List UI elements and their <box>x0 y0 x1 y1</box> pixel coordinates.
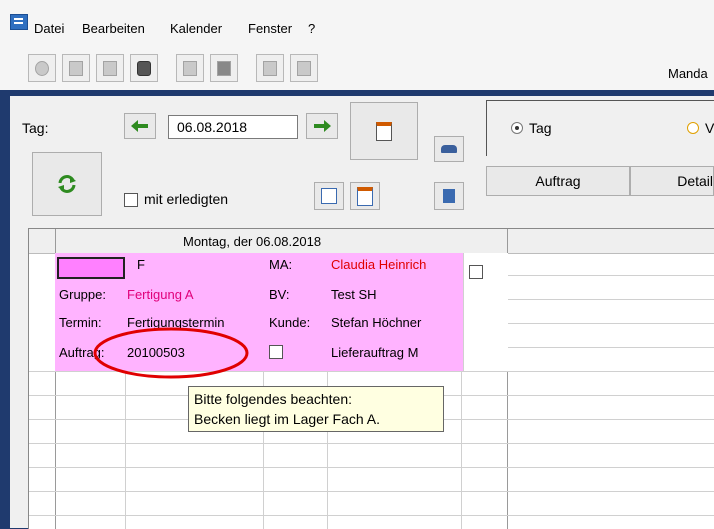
mit-erledigten-checkbox[interactable] <box>124 193 138 207</box>
grid-row-line <box>507 323 714 324</box>
entry-gruppe-value: Fertigung A <box>127 287 194 302</box>
calendar-icon <box>376 121 392 141</box>
day-header-bar <box>29 229 714 254</box>
entry-tooltip: Bitte folgendes beachten: Becken liegt i… <box>188 386 444 432</box>
car-route-button[interactable] <box>434 136 464 162</box>
list-icon <box>321 188 337 204</box>
menu-datei[interactable]: Datei <box>34 21 64 36</box>
menu-bar: Datei Bearbeiten Kalender Fenster ? <box>0 0 714 40</box>
entry-kunde-value: Stefan Höchner <box>331 315 422 330</box>
grid-row-line <box>29 491 714 492</box>
entry-select-checkbox[interactable] <box>469 265 483 279</box>
entry-bv-label: BV: <box>269 287 290 302</box>
tab-auftrag-label: Auftrag <box>535 173 581 189</box>
new-icon-button[interactable] <box>28 54 56 82</box>
radio-week[interactable] <box>687 122 699 134</box>
tab-auftrag[interactable]: Auftrag <box>486 166 630 196</box>
tooltip-line-1: Bitte folgendes beachten: <box>194 391 353 407</box>
grid-row-line <box>29 515 714 516</box>
entry-kunde-label: Kunde: <box>269 315 311 330</box>
pointer-icon <box>443 189 455 203</box>
grid-col-line <box>125 371 126 529</box>
entry-status: F <box>137 257 145 272</box>
delete-icon-button[interactable] <box>62 54 90 82</box>
entry-color-marker <box>57 257 125 279</box>
view-mode-panel: Tag V <box>486 100 714 156</box>
refresh-icon <box>58 175 76 193</box>
grid-row-line <box>507 299 714 300</box>
previous-day-button[interactable] <box>124 113 156 139</box>
grid-row-line <box>507 347 714 348</box>
entry-gruppe-label: Gruppe: <box>59 287 106 302</box>
print-icon-button[interactable] <box>210 54 238 82</box>
menu-bearbeiten[interactable]: Bearbeiten <box>82 21 145 36</box>
entry-ma-label: MA: <box>269 257 293 272</box>
select-pointer-button[interactable] <box>434 182 464 210</box>
entry-bv-value: Test SH <box>331 287 377 302</box>
radio-week-label: V <box>705 120 714 136</box>
day-header: Montag, der 06.08.2018 <box>183 234 322 249</box>
mit-erledigten-label: mit erledigten <box>144 191 229 207</box>
grid-icon <box>357 186 373 206</box>
toolbar: Manda <box>0 40 714 90</box>
menu-fenster[interactable]: Fenster <box>248 21 292 36</box>
list-view-button[interactable] <box>314 182 344 210</box>
entry-ma-value: Claudia Heinrich <box>331 257 427 272</box>
grid-row-line <box>29 443 714 444</box>
menu-help[interactable]: ? <box>308 21 315 36</box>
entry-auftragsart-value: Lieferauftrag M <box>331 345 419 360</box>
highlight-ellipse <box>93 327 249 379</box>
app-menu-icon[interactable] <box>10 14 28 30</box>
export-icon-button[interactable] <box>256 54 284 82</box>
next-day-button[interactable] <box>306 113 338 139</box>
tag-label: Tag: <box>22 120 49 136</box>
grid-row-line <box>29 467 714 468</box>
tab-detail-label: Detail <box>677 173 713 189</box>
grid-view-button[interactable] <box>350 182 380 210</box>
calendar-grid: Montag, der 06.08.2018 F MA: Claudia Hei… <box>28 228 714 529</box>
calendar-picker-button[interactable] <box>350 102 418 160</box>
radio-tag-label: Tag <box>529 120 552 136</box>
grid-col-line <box>461 371 462 529</box>
tooltip-line-2: Becken liegt im Lager Fach A. <box>194 411 380 427</box>
copy-icon-button[interactable] <box>96 54 124 82</box>
mandant-label: Manda <box>668 66 708 81</box>
grid-row-line <box>507 275 714 276</box>
radio-tag[interactable] <box>511 122 523 134</box>
refresh-button[interactable] <box>32 152 102 216</box>
car-icon <box>441 145 457 153</box>
menu-kalender[interactable]: Kalender <box>170 21 222 36</box>
arrow-left-icon <box>131 120 148 132</box>
tab-detail[interactable]: Detail <box>630 166 714 196</box>
arrow-right-icon <box>314 120 331 132</box>
date-input[interactable]: 06.08.2018 <box>168 115 298 139</box>
entry-erledigt-checkbox[interactable] <box>269 345 283 359</box>
import-icon-button[interactable] <box>290 54 318 82</box>
search-binoculars-button[interactable] <box>130 54 158 82</box>
preview-icon-button[interactable] <box>176 54 204 82</box>
